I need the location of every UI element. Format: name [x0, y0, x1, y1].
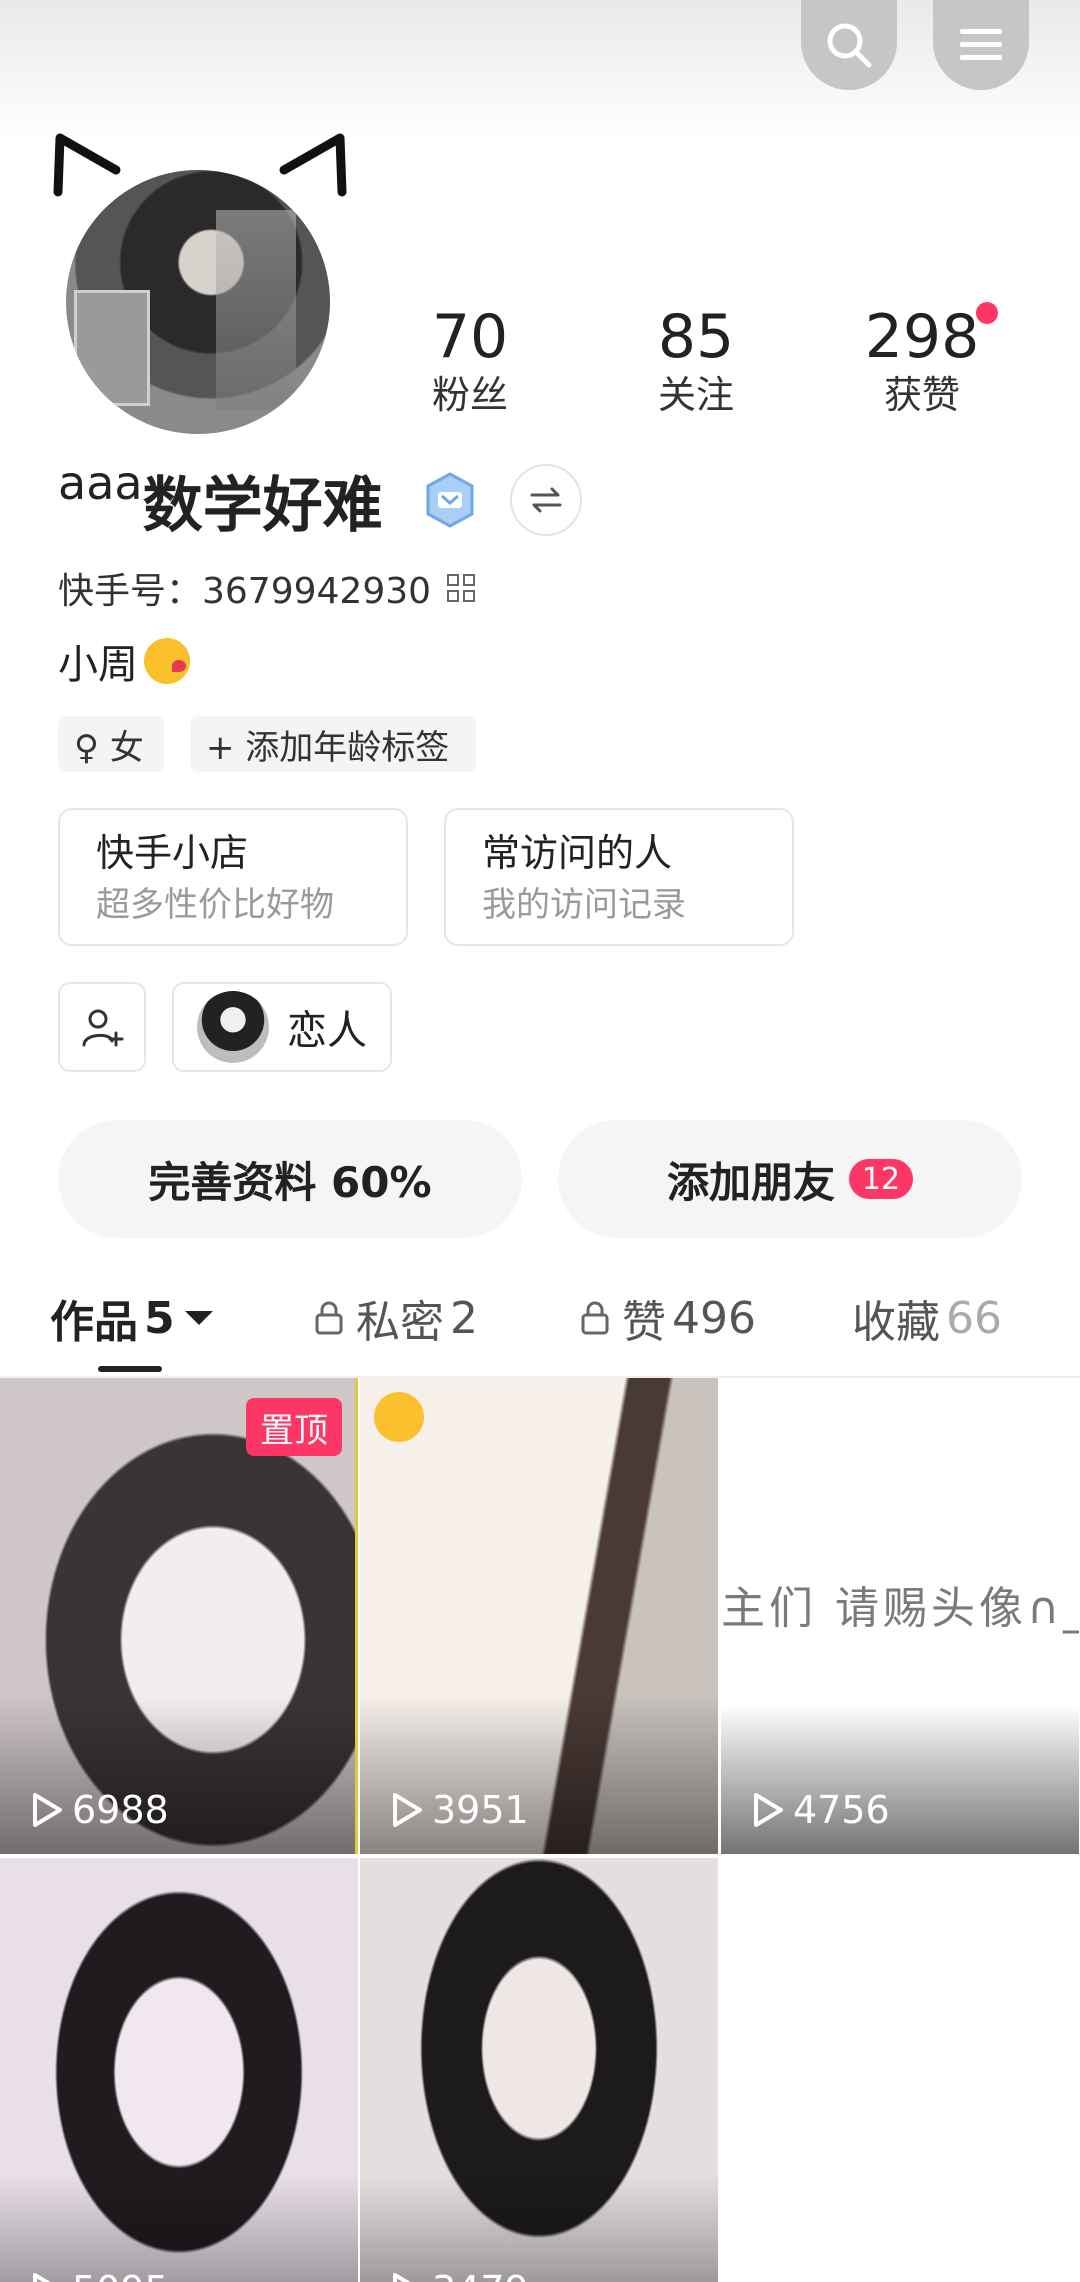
work-tile[interactable]: 3951	[360, 1378, 718, 1854]
play-count-value: 5095	[72, 2268, 169, 2282]
profile-avatar[interactable]	[50, 130, 350, 440]
play-count: 3951	[390, 1788, 529, 1832]
add-friends-count-badge: 12	[849, 1159, 913, 1199]
tab-count: 496	[672, 1292, 756, 1344]
card-title: 快手小店	[96, 831, 249, 875]
add-relation-button[interactable]	[58, 982, 146, 1072]
complete-profile-button[interactable]: 完善资料 60%	[58, 1120, 522, 1238]
tab-active-indicator	[98, 1366, 162, 1372]
caret-down-icon	[184, 1311, 213, 1325]
bio-text: 小周	[58, 642, 138, 688]
tab-label: 私密	[356, 1297, 444, 1348]
tab-private[interactable]: 私密 2	[314, 1286, 478, 1350]
play-count-value: 3479	[432, 2268, 529, 2282]
lover-avatar	[197, 991, 269, 1063]
work-tile[interactable]: 置顶 6988	[0, 1378, 358, 1854]
person-add-icon	[82, 1009, 124, 1047]
profile-name: aaa 数学好难	[58, 460, 383, 546]
switch-account-button[interactable]	[510, 464, 582, 536]
stat-label: 粉丝	[431, 373, 508, 417]
kuaishou-id-row[interactable]: 快手号：3679942930	[58, 562, 476, 614]
add-age-tag-button[interactable]: + 添加年龄标签	[190, 716, 476, 772]
video-overlay-text: 主们 请赐头像∩_	[721, 1583, 1079, 1634]
complete-profile-label: 完善资料 60%	[148, 1157, 432, 1207]
tile-shade	[360, 2174, 718, 2282]
play-count-value: 6988	[72, 1788, 169, 1832]
cat-ear-right-icon	[279, 133, 347, 197]
header-background	[0, 0, 1080, 140]
stat-following[interactable]: 85 关注	[596, 302, 796, 418]
tab-count: 5	[144, 1292, 175, 1344]
work-tile[interactable]: 3479	[360, 1858, 718, 2282]
play-icon	[33, 2273, 51, 2282]
add-friends-label: 添加朋友	[666, 1157, 835, 1207]
play-count: 6988	[30, 1788, 169, 1832]
pleading-emoji-icon	[374, 1392, 424, 1442]
kuaishou-id: 快手号：3679942930	[58, 571, 432, 612]
notification-dot	[976, 302, 998, 324]
card-subtitle: 超多性价比好物	[96, 885, 334, 925]
level-badge-icon[interactable]	[424, 472, 476, 528]
lock-icon	[315, 1301, 343, 1335]
tab-label: 赞	[622, 1297, 666, 1348]
lock-icon	[581, 1301, 609, 1335]
name-prefix: aaa	[58, 456, 143, 510]
tab-label: 收藏	[852, 1297, 940, 1348]
tab-count: 2	[450, 1292, 478, 1344]
hamburger-menu-icon	[960, 29, 1002, 60]
card-subtitle: 我的访问记录	[482, 885, 686, 925]
frequent-visitors-card[interactable]: 常访问的人 我的访问记录	[444, 808, 794, 946]
lover-relation-button[interactable]: 恋人	[172, 982, 392, 1072]
cat-ear-left-icon	[53, 133, 121, 197]
tab-liked[interactable]: 赞 496	[580, 1286, 756, 1350]
add-age-tag-label: + 添加年龄标签	[206, 727, 450, 768]
stat-value: 70	[431, 302, 509, 372]
name-main: 数学好难	[142, 471, 383, 541]
pinned-badge: 置顶	[246, 1398, 342, 1456]
kiss-emoji-icon	[144, 638, 190, 684]
add-friends-button[interactable]: 添加朋友 12	[558, 1120, 1022, 1238]
stat-label: 获赞	[883, 373, 960, 417]
bio: 小周	[58, 632, 190, 690]
work-tile[interactable]: 主们 请赐头像∩_ 4756	[721, 1378, 1079, 1854]
qr-code-icon[interactable]	[447, 574, 476, 602]
play-count: 3479	[390, 2268, 529, 2282]
play-count-value: 4756	[793, 1788, 890, 1832]
play-count-value: 3951	[432, 1788, 529, 1832]
kuaishou-shop-card[interactable]: 快手小店 超多性价比好物	[58, 808, 408, 946]
tab-label: 作品	[50, 1297, 138, 1348]
tile-shade	[0, 2174, 358, 2282]
lover-label: 恋人	[287, 1008, 367, 1054]
gender-tag-label: ♀ 女	[74, 727, 144, 768]
stat-label: 关注	[657, 373, 734, 417]
play-icon	[754, 1793, 783, 1827]
search-icon	[827, 23, 872, 68]
avatar-image	[66, 170, 330, 434]
gender-tag[interactable]: ♀ 女	[58, 716, 164, 772]
tab-works[interactable]: 作品 5	[50, 1286, 213, 1350]
stat-value: 85	[657, 302, 735, 372]
tab-count: 66	[946, 1292, 1002, 1344]
play-icon	[33, 1793, 62, 1827]
play-count: 5095	[30, 2268, 169, 2282]
work-tile[interactable]: 5095	[0, 1858, 358, 2282]
play-icon	[393, 1793, 422, 1827]
card-title: 常访问的人	[482, 831, 673, 875]
play-icon	[393, 2273, 411, 2282]
tab-favorites[interactable]: 收藏 66	[852, 1286, 1002, 1350]
play-count: 4756	[751, 1788, 890, 1832]
stat-followers[interactable]: 70 粉丝	[370, 302, 570, 418]
switch-arrows-icon	[530, 487, 562, 513]
